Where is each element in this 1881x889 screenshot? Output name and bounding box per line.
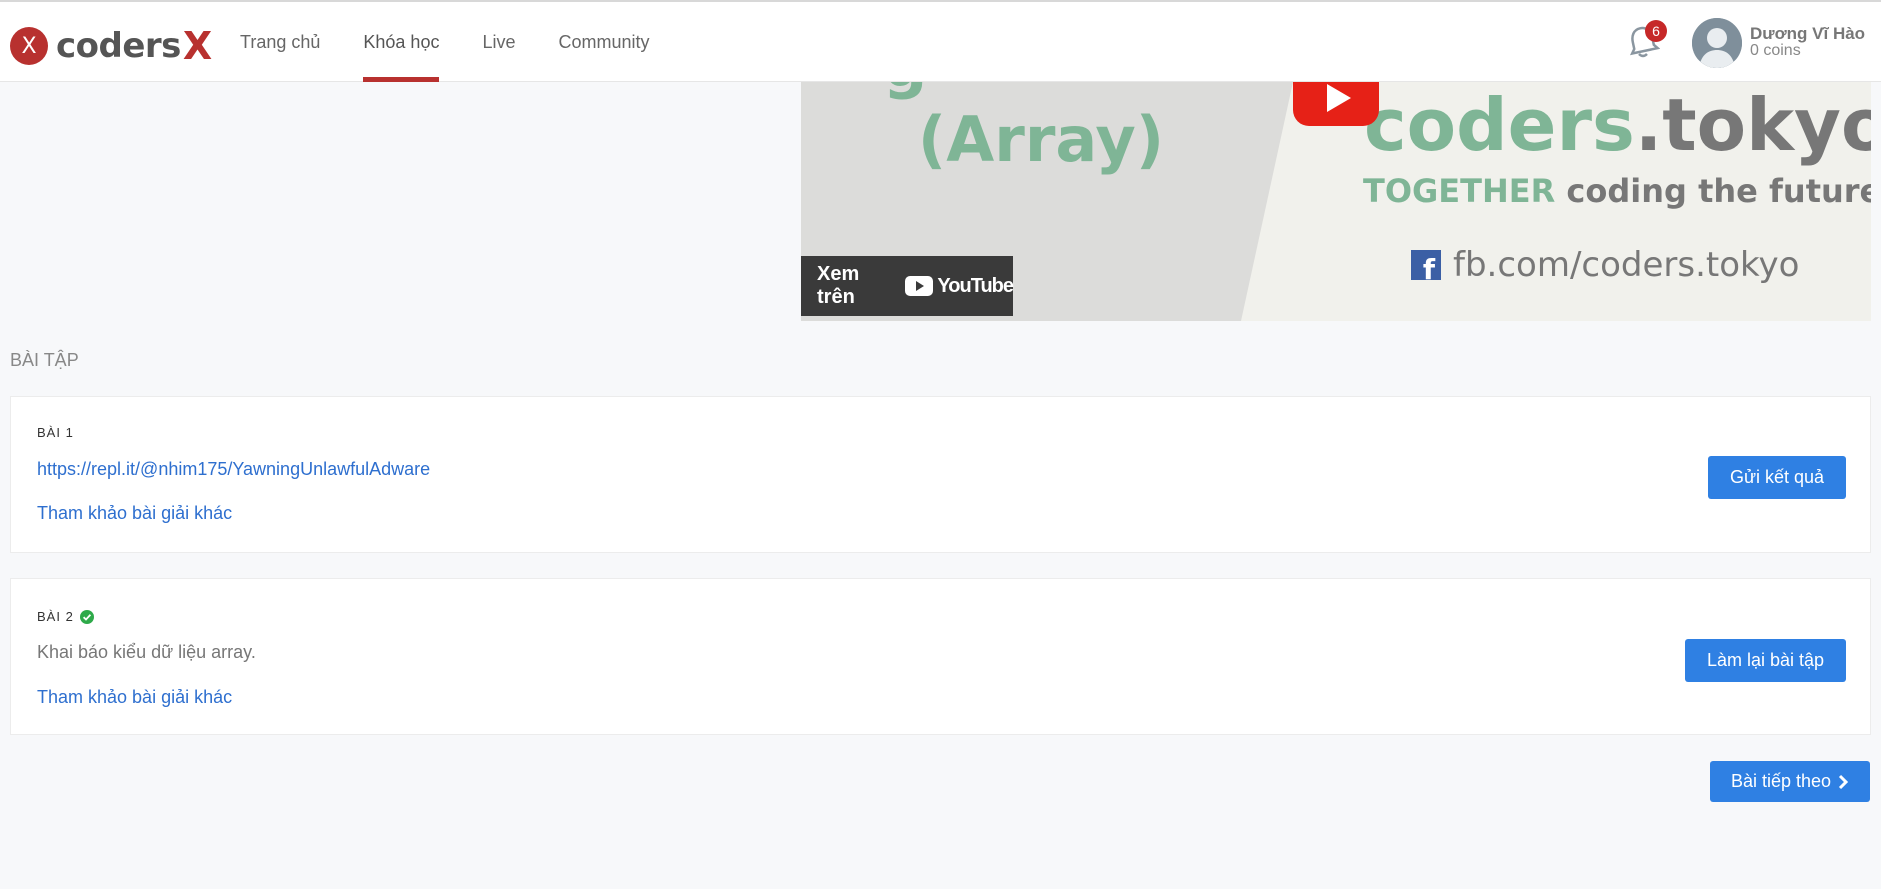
youtube-label: YouTube: [937, 274, 1014, 297]
nav-item-home[interactable]: Trang chủ: [240, 2, 320, 82]
video-tagline: TOGETHER coding the future: [1363, 172, 1871, 210]
video-brand: coders.tokyo: [1364, 83, 1871, 167]
codersx-logo[interactable]: X coders X: [10, 24, 212, 68]
video-title-fragment: (Array): [918, 103, 1164, 176]
exercise-label: BÀI 2: [37, 609, 94, 624]
logo-badge: X: [10, 27, 48, 65]
youtube-logo: YouTube: [905, 274, 1014, 298]
notification-count-badge: 6: [1645, 20, 1667, 42]
svg-text:g: g: [883, 82, 927, 101]
redo-exercise-button[interactable]: Làm lại bài tập: [1685, 639, 1846, 682]
exercise-card: BÀI 2 Khai báo kiểu dữ liệu array. Tham …: [10, 578, 1871, 735]
nav-item-label: Live: [482, 31, 516, 52]
youtube-play-icon[interactable]: [1293, 82, 1379, 126]
next-lesson-button[interactable]: Bài tiếp theo: [1710, 761, 1870, 802]
exercise-label: BÀI 1: [37, 425, 74, 440]
logo-accent: X: [182, 24, 213, 68]
video-facebook-url: fb.com/coders.tokyo: [1453, 245, 1799, 285]
main-nav: Trang chủ Khóa học Live Community: [240, 2, 693, 84]
exercise-submission-link[interactable]: https://repl.it/@nhim175/YawningUnlawful…: [37, 459, 430, 480]
check-circle-icon: [79, 609, 94, 624]
nav-item-label: Khóa học: [363, 31, 440, 52]
svg-text:f: f: [1423, 253, 1436, 286]
exercise-card: BÀI 1 https://repl.it/@nhim175/YawningUn…: [10, 396, 1871, 553]
exercise-label-text: BÀI 2: [37, 609, 74, 624]
user-name[interactable]: Dương Vĩ Hào: [1750, 24, 1865, 44]
watch-on-youtube-button[interactable]: Xem trên YouTube: [801, 256, 1014, 316]
reference-solutions-link[interactable]: Tham khảo bài giải khác: [37, 687, 232, 708]
chevron-right-icon: [1838, 774, 1849, 789]
top-navbar: X coders X Trang chủ Khóa học Live Commu…: [0, 0, 1881, 82]
exercise-description: Khai báo kiểu dữ liệu array.: [37, 642, 256, 662]
reference-solutions-link[interactable]: Tham khảo bài giải khác: [37, 503, 232, 524]
nav-item-label: Community: [558, 31, 650, 52]
exercises-section-title: BÀI TẬP: [10, 350, 79, 370]
user-coins: 0 coins: [1750, 42, 1801, 59]
user-silhouette-icon: [1692, 18, 1742, 68]
watch-on-label: Xem trên: [817, 263, 860, 308]
next-lesson-label: Bài tiếp theo: [1730, 771, 1832, 791]
submit-result-button[interactable]: Gửi kết quả: [1708, 456, 1846, 499]
exercise-label-text: BÀI 1: [37, 425, 74, 440]
nav-item-community[interactable]: Community: [558, 2, 649, 82]
nav-item-live[interactable]: Live: [482, 2, 515, 82]
logo-text: coders: [56, 26, 181, 66]
nav-item-label: Trang chủ: [240, 31, 321, 52]
video-embed[interactable]: g (Array) coders.tokyo TOGETHER coding t…: [801, 82, 1871, 321]
avatar[interactable]: [1692, 18, 1742, 68]
nav-item-courses[interactable]: Khóa học: [363, 2, 440, 82]
youtube-logo-icon: [905, 276, 934, 296]
